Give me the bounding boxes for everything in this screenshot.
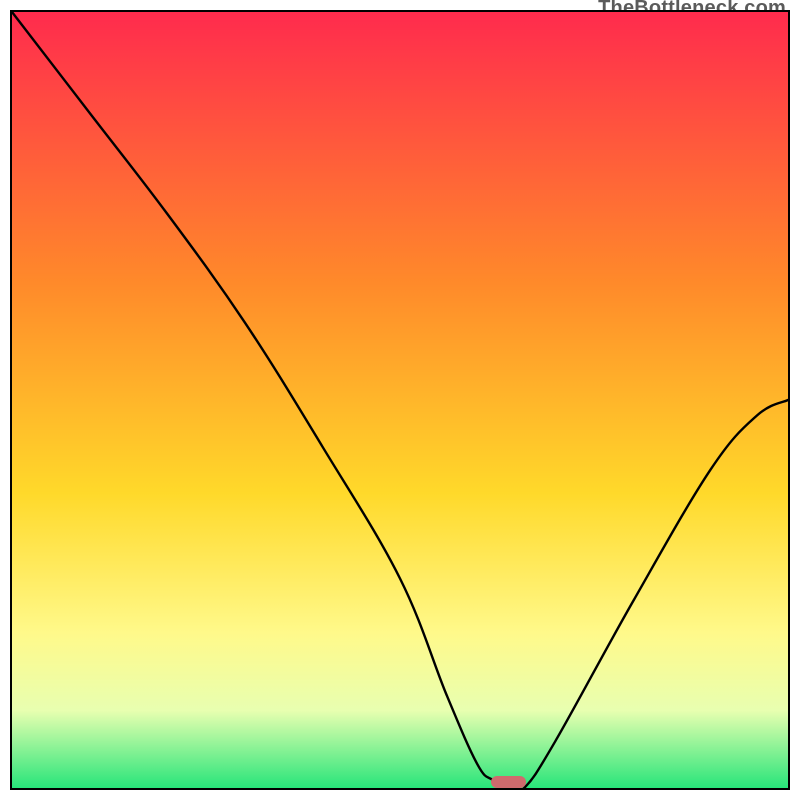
background-gradient <box>12 12 788 788</box>
chart-frame <box>10 10 790 790</box>
optimum-marker <box>491 776 527 788</box>
